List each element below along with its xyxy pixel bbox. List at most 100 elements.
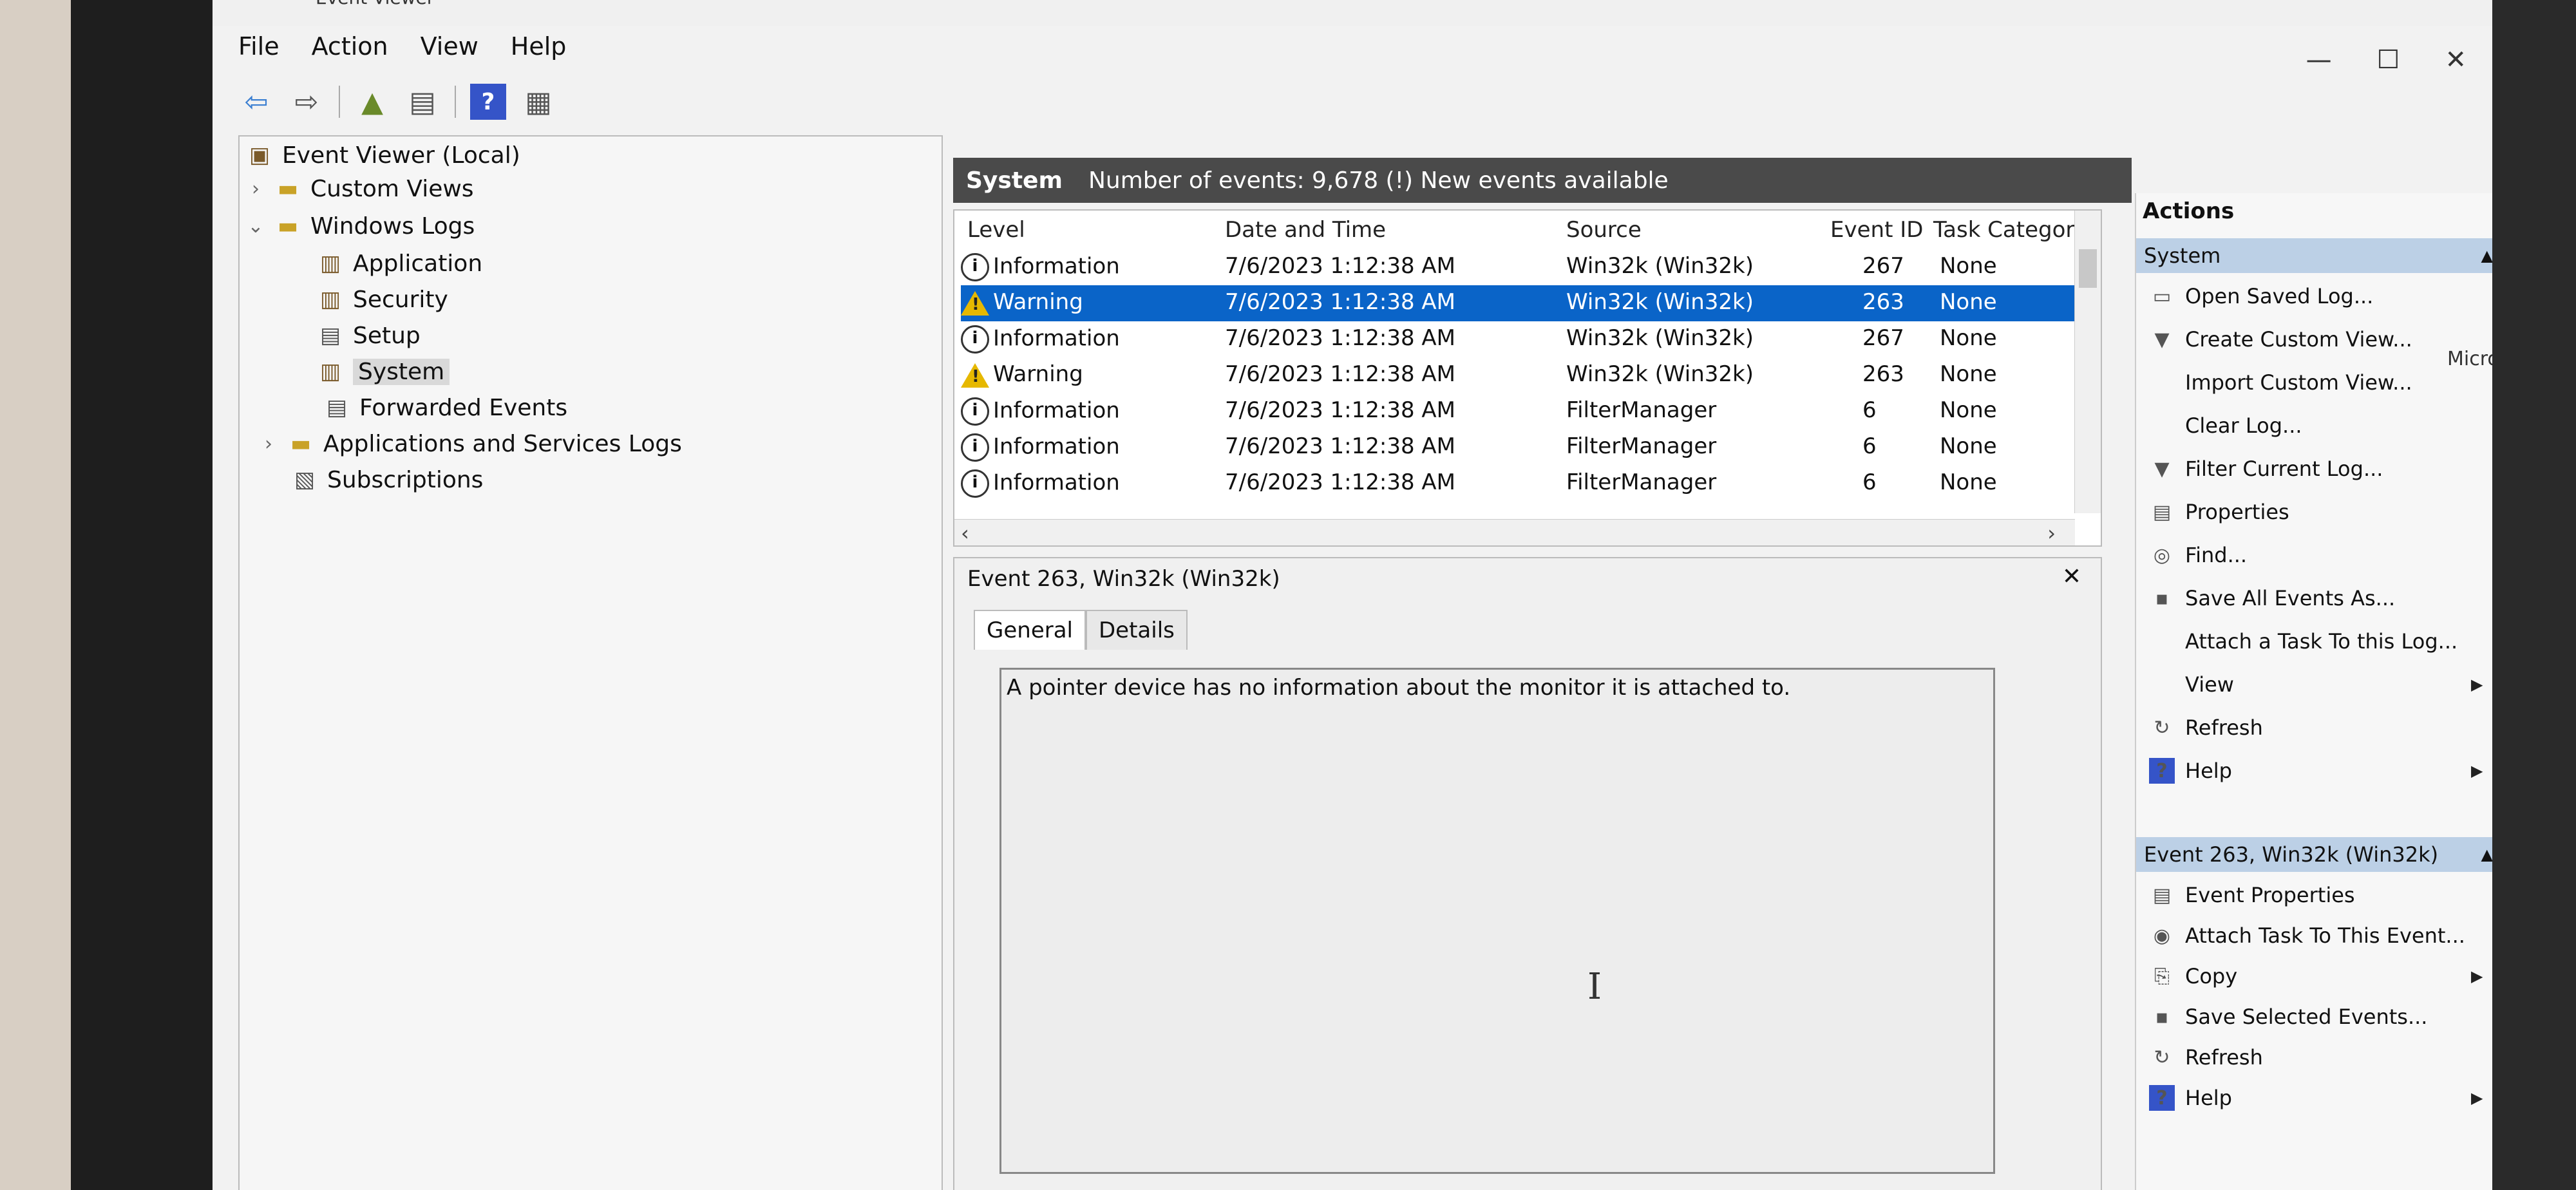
tree-item-windows-logs[interactable]: ⌄ ▬ Windows Logs [246, 212, 475, 240]
action-label: Attach Task To This Event... [2185, 923, 2465, 948]
level-text: Information [993, 397, 1120, 424]
tree-item-label: Forwarded Events [359, 394, 568, 421]
action-label: Refresh [2185, 715, 2263, 740]
menu-view[interactable]: View [421, 32, 478, 61]
cell-source: Win32k (Win32k) [1566, 289, 1754, 315]
action-label: Help [2185, 1086, 2232, 1110]
console-tree: ▣ Event Viewer (Local) › ▬ Custom Views … [238, 135, 943, 1190]
table-row[interactable]: Warning 7/6/2023 1:12:38 AM Win32k (Win32k… [961, 285, 2081, 321]
action-item[interactable]: ▭ Open Saved Log... [2149, 283, 2374, 309]
tree-item-custom-views[interactable]: › ▬ Custom Views [246, 175, 474, 202]
menu-action[interactable]: Action [312, 32, 388, 61]
show-hide-action-pane-icon[interactable]: ▦ [520, 84, 556, 120]
vertical-scrollbar[interactable] [2074, 211, 2101, 513]
table-row[interactable]: i Information 7/6/2023 1:12:38 AM Win32k (W… [961, 321, 2081, 357]
collapse-icon[interactable]: ▲ [2481, 845, 2492, 864]
action-item[interactable]: Import Custom View... [2149, 370, 2412, 395]
show-hide-tree-icon[interactable]: ▤ [404, 84, 440, 120]
action-label: Find... [2185, 543, 2248, 567]
menu-bar: File Action View Help [238, 32, 566, 61]
table-row[interactable]: i Information 7/6/2023 1:12:38 AM Win32k (W… [961, 249, 2081, 285]
table-row[interactable]: Warning 7/6/2023 1:12:38 AM Win32k (Win32k… [961, 357, 2081, 393]
cell-source: FilterManager [1566, 433, 1717, 459]
table-row[interactable]: i Information 7/6/2023 1:12:38 AM FilterMan… [961, 393, 2081, 430]
cell-date: 7/6/2023 1:12:38 AM [1225, 433, 1455, 459]
chevron-down-icon[interactable]: ⌄ [246, 215, 265, 238]
action-icon: ▤ [2152, 500, 2172, 524]
column-source[interactable]: Source [1566, 217, 1642, 243]
log-icon: ▤ [326, 395, 348, 420]
action-item[interactable]: Clear Log... [2149, 413, 2302, 439]
action-item[interactable]: ↻ Refresh [2149, 715, 2263, 741]
tree-item-label: Application [353, 250, 483, 277]
section-label: Event 263, Win32k (Win32k) [2144, 842, 2439, 867]
tree-item-setup[interactable]: ▤ Setup [317, 322, 421, 349]
tab-general[interactable]: General [974, 610, 1086, 650]
column-task-category[interactable]: Task Category [1933, 217, 2088, 243]
tree-item-apps-services-logs[interactable]: › ▬ Applications and Services Logs [259, 430, 682, 457]
action-item[interactable]: ? Help ▶ [2149, 758, 2483, 784]
log-icon: ▥ [319, 250, 341, 276]
action-item[interactable]: ◉ Attach Task To This Event... [2149, 923, 2465, 949]
scroll-thumb[interactable] [2079, 249, 2097, 288]
action-label: Import Custom View... [2185, 370, 2412, 395]
tree-item-security[interactable]: ▥ Security [317, 286, 448, 313]
scroll-right-icon[interactable]: › [2047, 521, 2056, 545]
column-event-id[interactable]: Event ID [1830, 217, 1923, 243]
tree-item-root[interactable]: ▣ Event Viewer (Local) [246, 142, 520, 169]
actions-section-system[interactable]: System ▲ [2136, 238, 2492, 273]
event-description-box[interactable]: A pointer device has no information abou… [999, 668, 1995, 1174]
action-item[interactable]: ▤ Event Properties [2149, 882, 2355, 908]
menu-file[interactable]: File [238, 32, 279, 61]
collapse-icon[interactable]: ▲ [2481, 247, 2492, 265]
cell-date: 7/6/2023 1:12:38 AM [1225, 289, 1455, 315]
actions-section-event[interactable]: Event 263, Win32k (Win32k) ▲ [2136, 837, 2492, 872]
event-viewer-icon: ▣ [249, 142, 270, 168]
offscreen-window-edge-text: Micros ff ff ff [2447, 348, 2492, 370]
cell-date: 7/6/2023 1:12:38 AM [1225, 325, 1455, 351]
table-row[interactable]: i Information 7/6/2023 1:12:38 AM FilterMan… [961, 430, 2081, 466]
tree-item-label: Windows Logs [310, 212, 475, 240]
close-icon[interactable]: ✕ [2062, 563, 2081, 590]
table-row[interactable]: i Information 7/6/2023 1:12:38 AM FilterMan… [961, 466, 2081, 502]
action-item[interactable]: ▤ Properties [2149, 499, 2289, 525]
action-icon: ↻ [2154, 1046, 2170, 1069]
maximize-button[interactable]: ☐ [2377, 45, 2400, 75]
action-item[interactable]: ▼ Filter Current Log... [2149, 456, 2383, 482]
forward-arrow-icon[interactable]: ⇨ [289, 84, 325, 120]
up-folder-icon[interactable]: ▲ [354, 84, 390, 120]
action-item[interactable]: ? Help ▶ [2149, 1085, 2483, 1111]
back-arrow-icon[interactable]: ⇦ [238, 84, 274, 120]
scroll-left-icon[interactable]: ‹ [961, 521, 969, 545]
tree-item-forwarded-events[interactable]: ▤ Forwarded Events [323, 394, 567, 421]
tab-details[interactable]: Details [1086, 610, 1188, 650]
action-item[interactable]: ◎ Find... [2149, 542, 2247, 568]
level-text: Warning [993, 289, 1083, 315]
minimize-button[interactable]: — [2306, 45, 2332, 75]
action-item[interactable]: ▪ Save Selected Events... [2149, 1004, 2428, 1030]
subscriptions-icon: ▧ [294, 467, 316, 493]
action-label: Help [2185, 759, 2232, 783]
action-item[interactable]: ▼ Create Custom View... [2149, 326, 2412, 352]
tree-item-application[interactable]: ▥ Application [317, 250, 482, 277]
tree-item-system[interactable]: ▥ System [317, 358, 450, 385]
horizontal-scrollbar[interactable]: ‹ › [954, 519, 2075, 545]
cell-source: Win32k (Win32k) [1566, 253, 1754, 279]
chevron-right-icon[interactable]: › [246, 178, 265, 200]
action-item[interactable]: ▪ Save All Events As... [2149, 585, 2395, 611]
close-button[interactable]: ✕ [2445, 45, 2467, 75]
menu-help[interactable]: Help [511, 32, 567, 61]
tree-item-subscriptions[interactable]: ▧ Subscriptions [291, 466, 484, 493]
action-item[interactable]: View ▶ [2149, 672, 2483, 697]
chevron-right-icon[interactable]: › [259, 433, 278, 455]
action-label: Properties [2185, 500, 2289, 524]
action-item[interactable]: ↻ Refresh [2149, 1044, 2263, 1070]
column-date-time[interactable]: Date and Time [1225, 217, 1386, 243]
column-level[interactable]: Level [967, 217, 1025, 243]
action-label: Refresh [2185, 1045, 2263, 1070]
help-icon[interactable]: ? [470, 84, 506, 120]
action-item[interactable]: ⎘ Copy ▶ [2149, 963, 2483, 989]
information-icon: i [961, 469, 989, 498]
action-item[interactable]: Attach a Task To this Log... [2149, 628, 2458, 654]
level-text: Information [993, 433, 1120, 460]
